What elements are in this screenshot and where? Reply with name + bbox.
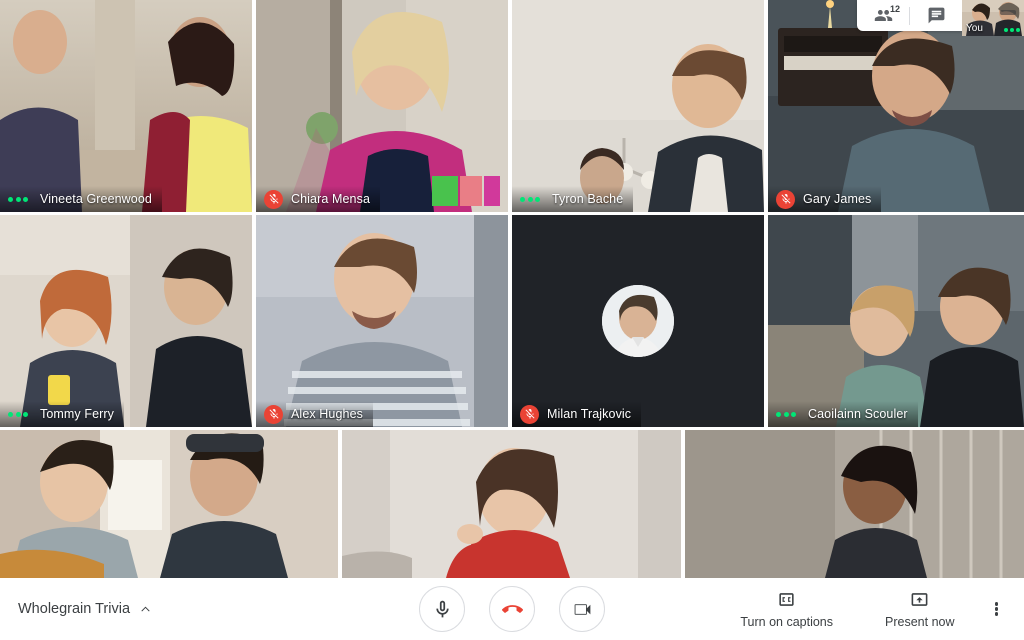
video-feed — [256, 0, 508, 212]
closed-captions-icon — [779, 592, 794, 606]
participant-tile[interactable] — [0, 430, 338, 578]
participant-grid: Vineeta Greenwood Chiara Mensa Tyron Bac… — [0, 0, 1024, 578]
participant-name: Caoilainn Scouler — [808, 407, 908, 421]
participant-name-chip: Tommy Ferry — [0, 401, 125, 427]
participant-tile[interactable]: Vineeta Greenwood — [0, 0, 252, 212]
video-feed — [685, 430, 1024, 578]
self-view-label: You — [966, 23, 983, 34]
participant-name: Tyron Bache — [552, 192, 624, 206]
participant-tile[interactable] — [342, 430, 681, 578]
participant-name-chip: Milan Trajkovic — [512, 401, 642, 427]
participant-name: Milan Trajkovic — [547, 407, 632, 421]
video-feed — [512, 0, 764, 212]
self-view-thumbnail[interactable]: You — [962, 0, 1024, 36]
mic-button[interactable] — [419, 586, 465, 632]
hangup-phone-icon — [501, 604, 523, 613]
participant-name-chip: Vineeta Greenwood — [0, 186, 162, 212]
participant-name: Vineeta Greenwood — [40, 192, 152, 206]
present-screen-icon — [911, 592, 928, 606]
participant-tile[interactable]: Caoilainn Scouler — [768, 215, 1024, 427]
captions-label: Turn on captions — [740, 614, 834, 629]
participant-name: Tommy Ferry — [40, 407, 115, 421]
present-button[interactable]: Present now — [859, 586, 980, 633]
mic-off-icon — [520, 404, 539, 424]
avatar — [602, 285, 674, 357]
captions-button[interactable]: Turn on captions — [714, 586, 859, 633]
chat-button[interactable] — [910, 0, 962, 31]
video-feed — [0, 0, 252, 212]
mic-off-icon — [776, 189, 795, 209]
mic-off-icon — [264, 189, 283, 209]
hangup-button[interactable] — [489, 586, 535, 632]
video-feed — [342, 430, 681, 578]
chevron-up-icon[interactable] — [139, 603, 152, 616]
top-right-overlay: 12 You — [857, 0, 1024, 36]
participant-tile[interactable] — [685, 430, 1024, 578]
participant-name-chip: Alex Hughes — [256, 401, 373, 427]
audio-level-icon — [520, 196, 544, 202]
participant-name: Alex Hughes — [291, 407, 363, 421]
more-vertical-icon — [994, 601, 998, 618]
audio-level-icon — [1004, 28, 1020, 32]
video-feed — [0, 430, 338, 578]
audio-level-icon — [8, 196, 32, 202]
participant-name-chip: Chiara Mensa — [256, 186, 381, 212]
present-label: Present now — [885, 614, 955, 629]
participant-count: 12 — [889, 4, 900, 14]
participant-tile[interactable]: Chiara Mensa — [256, 0, 508, 212]
video-feed — [768, 215, 1024, 427]
call-controls — [419, 586, 605, 632]
participant-tile[interactable]: Milan Trajkovic — [512, 215, 764, 427]
avatar-photo — [602, 285, 674, 357]
participant-tile[interactable]: Tyron Bache — [512, 0, 764, 212]
video-feed — [0, 215, 252, 427]
toolbar-right-actions: Turn on captions Present now — [714, 586, 1014, 633]
participant-tile[interactable]: Alex Hughes — [256, 215, 508, 427]
more-options-button[interactable] — [981, 597, 1015, 622]
camera-button[interactable] — [559, 586, 605, 632]
participant-name-chip: Caoilainn Scouler — [768, 401, 918, 427]
microphone-icon — [435, 600, 449, 617]
participant-name: Chiara Mensa — [291, 192, 371, 206]
meeting-info-pill: 12 — [857, 0, 962, 31]
mic-off-icon — [264, 404, 283, 424]
participant-tile[interactable]: Tommy Ferry — [0, 215, 252, 427]
chat-icon — [928, 7, 944, 24]
participant-name-chip: Gary James — [768, 186, 882, 212]
video-feed — [256, 215, 508, 427]
meet-app: Vineeta Greenwood Chiara Mensa Tyron Bac… — [0, 0, 1024, 640]
audio-level-icon — [8, 411, 32, 417]
participant-name: Gary James — [803, 192, 872, 206]
meeting-name: Wholegrain Trivia — [18, 601, 131, 617]
video-camera-icon — [574, 603, 590, 615]
bottom-toolbar: Wholegrain Trivia Turn on captions Prese… — [0, 578, 1024, 640]
participant-name-chip: Tyron Bache — [512, 186, 634, 212]
audio-level-icon — [776, 411, 800, 417]
participants-button[interactable]: 12 — [857, 0, 909, 31]
meeting-details[interactable]: Wholegrain Trivia — [18, 601, 152, 617]
